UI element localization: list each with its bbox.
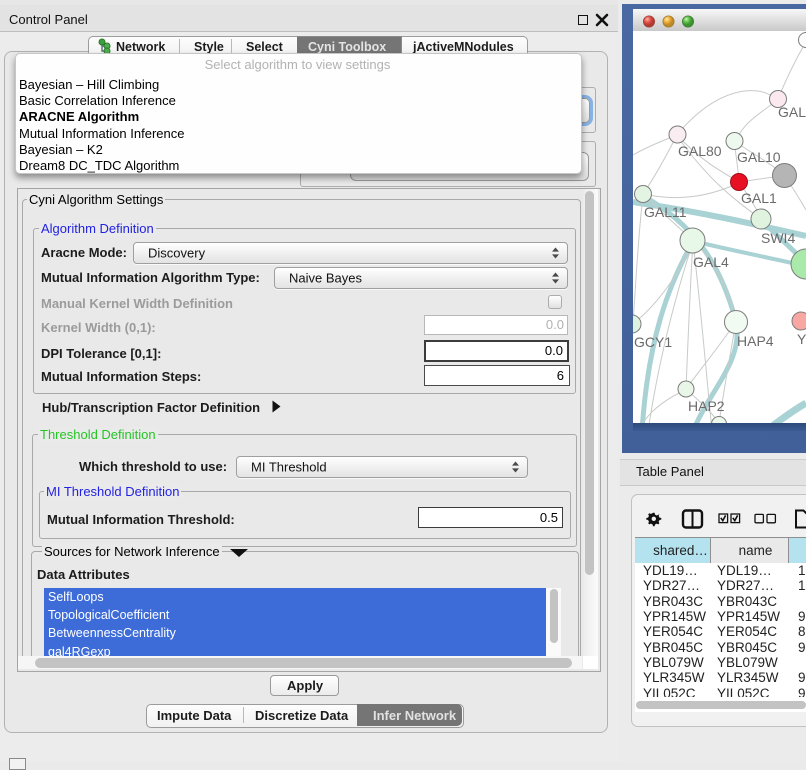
svg-text:GAL1: GAL1 (741, 190, 777, 206)
svg-text:SWI4: SWI4 (761, 230, 795, 246)
svg-text:GAL2: GAL2 (778, 104, 806, 120)
svg-text:HAP4: HAP4 (737, 333, 774, 349)
svg-text:GCY1: GCY1 (634, 334, 672, 350)
svg-text:GAL10: GAL10 (737, 149, 781, 165)
svg-text:YJ: YJ (797, 331, 806, 347)
svg-text:GAL4: GAL4 (693, 254, 729, 270)
svg-text:GAL80: GAL80 (678, 143, 722, 159)
svg-text:HAP2: HAP2 (688, 398, 725, 414)
svg-text:GAL11: GAL11 (644, 204, 687, 220)
